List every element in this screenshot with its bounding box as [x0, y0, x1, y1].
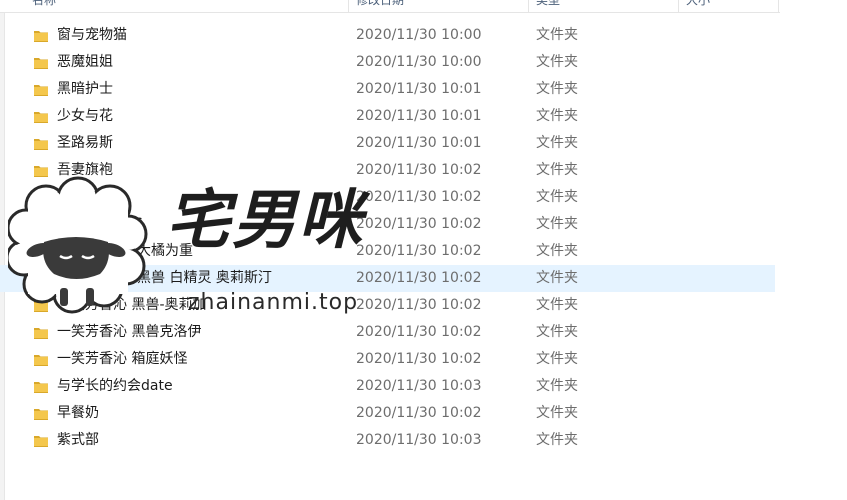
folder-icon	[33, 271, 49, 285]
folder-icon	[33, 352, 49, 366]
file-name: 黑兽 白精灵 奥莉斯汀	[137, 270, 272, 286]
column-divider[interactable]	[528, 0, 529, 12]
list-item[interactable]: 一笑芳香沁 黑兽-奥莉加 2020/11/30 10:02 文件夹	[0, 292, 775, 319]
folder-icon	[33, 109, 49, 123]
list-item[interactable]: 紫式部 2020/11/30 10:03 文件夹	[0, 427, 775, 454]
folder-icon	[33, 217, 49, 231]
file-type: 文件夹	[536, 432, 578, 448]
folder-icon	[33, 298, 49, 312]
file-date: 2020/11/30 10:01	[356, 108, 482, 124]
list-item-selected[interactable]: 黑兽 白精灵 奥莉斯汀 2020/11/30 10:02 文件夹	[0, 265, 775, 292]
file-date: 2020/11/30 10:02	[356, 162, 482, 178]
list-item[interactable]: 大橘为重 2020/11/30 10:02 文件夹	[0, 238, 775, 265]
file-date: 2020/11/30 10:02	[356, 297, 482, 313]
file-type: 文件夹	[536, 54, 578, 70]
list-item[interactable]: 早餐奶 2020/11/30 10:02 文件夹	[0, 400, 775, 427]
list-item[interactable]: 吾妻旗袍 2020/11/30 10:02 文件夹	[0, 157, 775, 184]
file-type: 文件夹	[536, 351, 578, 367]
file-date: 2020/11/30 10:01	[356, 81, 482, 97]
list-item[interactable]: 与学长的约会date 2020/11/30 10:03 文件夹	[0, 373, 775, 400]
file-type: 文件夹	[536, 189, 578, 205]
column-divider[interactable]	[778, 0, 779, 12]
column-divider[interactable]	[678, 0, 679, 12]
file-name: 一笑芳香沁 箱庭妖怪	[57, 351, 188, 367]
file-date: 2020/11/30 10:03	[356, 378, 482, 394]
file-date: 2020/11/30 10:02	[356, 405, 482, 421]
file-date: 2020/11/30 10:02	[356, 243, 482, 259]
list-item[interactable]: S 2020/11/30 10:02 文件夹	[0, 211, 775, 238]
column-header-name[interactable]: 名称	[32, 0, 72, 12]
file-name: 少女与花	[57, 108, 113, 124]
file-type: 文件夹	[536, 324, 578, 340]
folder-icon	[33, 406, 49, 420]
file-list: 窗与宠物猫 2020/11/30 10:00 文件夹 恶魔姐姐 2020/11/30 …	[0, 22, 780, 454]
file-name: S	[134, 216, 143, 232]
column-header-date[interactable]: 修改日期	[356, 0, 416, 12]
file-type: 文件夹	[536, 270, 578, 286]
file-type: 文件夹	[536, 135, 578, 151]
list-item[interactable]: 圣路易斯 2020/11/30 10:01 文件夹	[0, 130, 775, 157]
file-type: 文件夹	[536, 243, 578, 259]
folder-icon	[33, 379, 49, 393]
list-item[interactable]: 黑暗护士 2020/11/30 10:01 文件夹	[0, 76, 775, 103]
file-name: 一笑芳香沁 黑兽-奥莉加	[57, 297, 207, 313]
file-date: 2020/11/30 10:02	[356, 216, 482, 232]
file-name: 窗与宠物猫	[57, 27, 127, 43]
file-name: 大橘为重	[137, 243, 193, 259]
folder-icon	[33, 136, 49, 150]
file-name: 早餐奶	[57, 405, 99, 421]
file-date: 2020/11/30 10:01	[356, 135, 482, 151]
file-type: 文件夹	[536, 108, 578, 124]
file-name: 黑暗护士	[57, 81, 113, 97]
file-date: 2020/11/30 10:02	[356, 270, 482, 286]
file-name: 一笑芳香沁 黑兽克洛伊	[57, 324, 202, 340]
file-type: 文件夹	[536, 81, 578, 97]
file-name: 与学长的约会date	[57, 378, 173, 394]
list-item[interactable]: 恶魔姐姐 2020/11/30 10:00 文件夹	[0, 49, 775, 76]
column-divider[interactable]	[348, 0, 349, 12]
file-type: 文件夹	[536, 216, 578, 232]
column-header-size[interactable]: 大小	[686, 0, 726, 12]
file-date: 2020/11/30 10:03	[356, 432, 482, 448]
folder-icon	[33, 325, 49, 339]
file-explorer: 名称 修改日期 类型 大小 窗与宠物猫 2020/11/30 10:00 文件夹 恶…	[0, 0, 847, 500]
column-header: 名称 修改日期 类型 大小	[0, 0, 780, 13]
folder-icon	[33, 82, 49, 96]
file-type: 文件夹	[536, 297, 578, 313]
file-date: 2020/11/30 10:02	[356, 189, 482, 205]
folder-icon	[33, 55, 49, 69]
file-type: 文件夹	[536, 27, 578, 43]
list-item[interactable]: 一笑芳香沁 箱庭妖怪 2020/11/30 10:02 文件夹	[0, 346, 775, 373]
file-date: 2020/11/30 10:00	[356, 54, 482, 70]
folder-icon	[33, 163, 49, 177]
file-name: 圣路易斯	[57, 135, 113, 151]
file-type: 文件夹	[536, 378, 578, 394]
file-type: 文件夹	[536, 405, 578, 421]
list-item[interactable]: 窗与宠物猫 2020/11/30 10:00 文件夹	[0, 22, 775, 49]
file-date: 2020/11/30 10:02	[356, 351, 482, 367]
list-item[interactable]: 2020/11/30 10:02 文件夹	[0, 184, 775, 211]
folder-icon	[33, 244, 49, 258]
folder-icon	[33, 190, 49, 204]
list-item[interactable]: 少女与花 2020/11/30 10:01 文件夹	[0, 103, 775, 130]
list-item[interactable]: 一笑芳香沁 黑兽克洛伊 2020/11/30 10:02 文件夹	[0, 319, 775, 346]
folder-icon	[33, 28, 49, 42]
file-name: 紫式部	[57, 432, 99, 448]
file-date: 2020/11/30 10:00	[356, 27, 482, 43]
file-name: 吾妻旗袍	[57, 162, 113, 178]
column-header-type[interactable]: 类型	[536, 0, 576, 12]
file-name: 恶魔姐姐	[57, 54, 113, 70]
folder-icon	[33, 433, 49, 447]
file-date: 2020/11/30 10:02	[356, 324, 482, 340]
file-type: 文件夹	[536, 162, 578, 178]
